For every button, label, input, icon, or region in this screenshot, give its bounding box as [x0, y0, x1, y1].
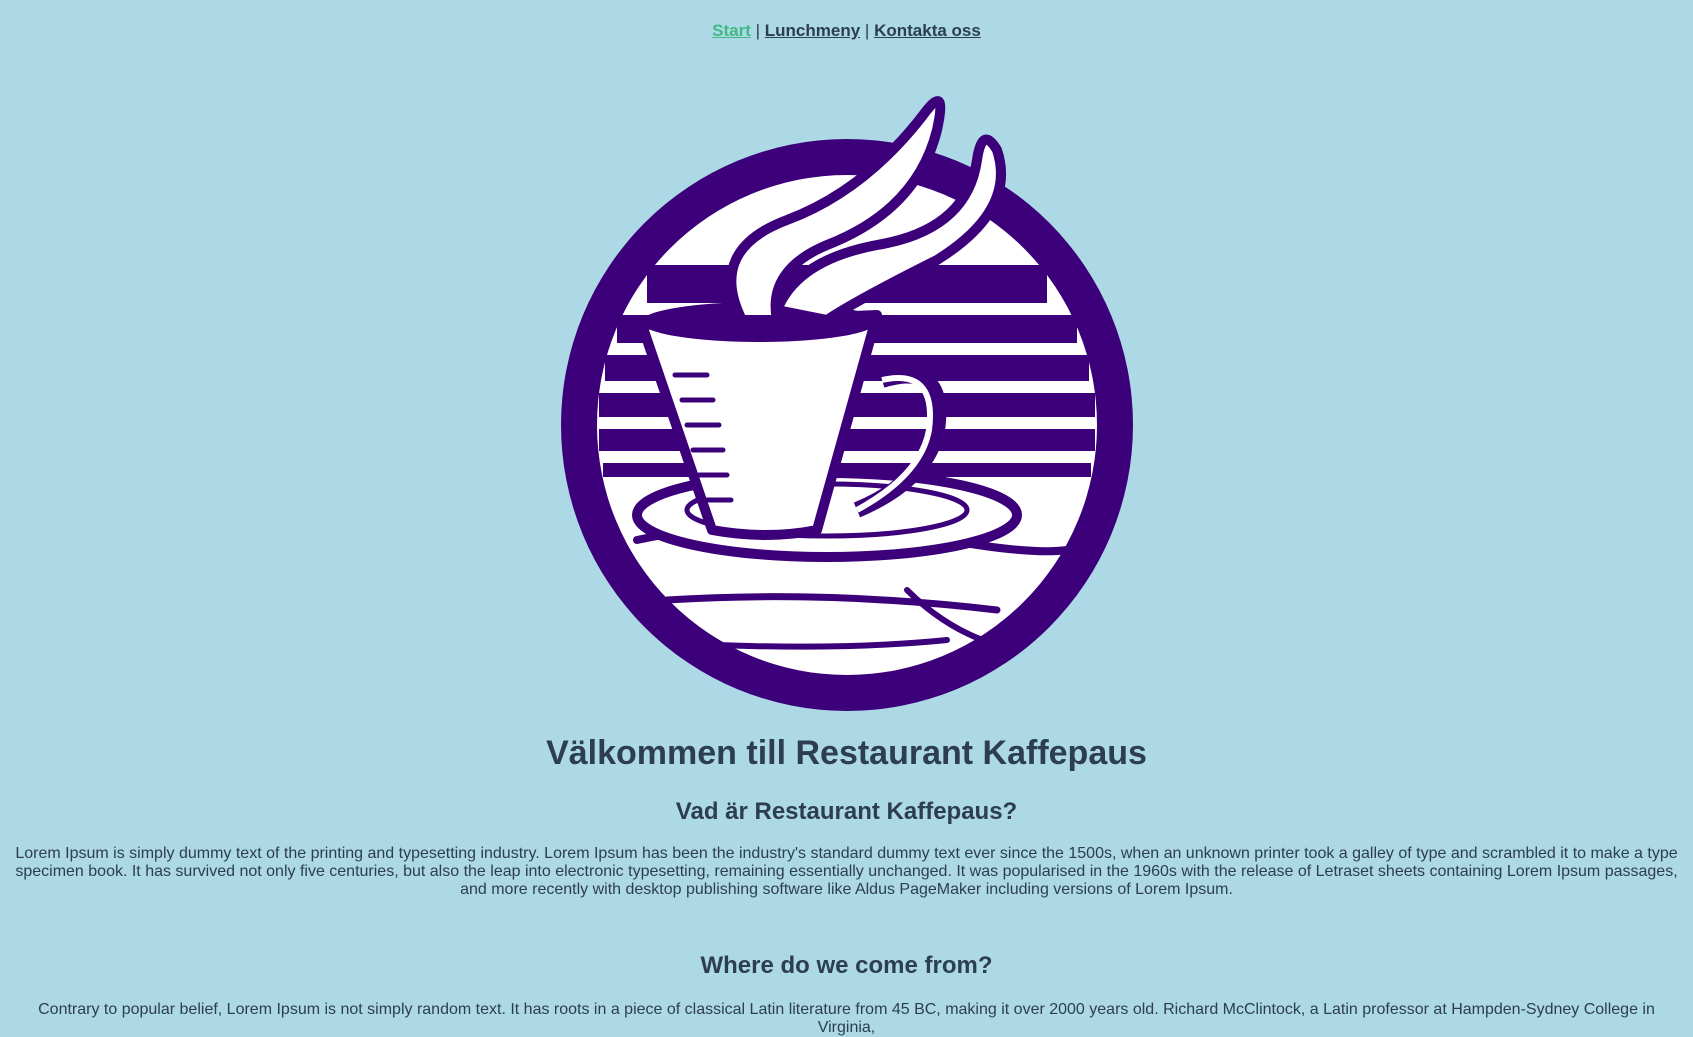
nav-separator: |	[864, 21, 870, 40]
section-heading-about: Vad är Restaurant Kaffepaus?	[675, 798, 1018, 825]
top-nav: Start | Lunchmeny | Kontakta oss	[0, 0, 1693, 42]
coffee-cup-logo-icon	[560, 96, 1133, 711]
nav-link-start[interactable]: Start	[712, 21, 751, 40]
section-heading-origin: Where do we come from?	[700, 952, 993, 979]
nav-link-kontakta-oss[interactable]: Kontakta oss	[874, 21, 981, 40]
section-text-about: Lorem Ipsum is simply dummy text of the …	[15, 845, 1678, 898]
page-title: Välkommen till Restaurant Kaffepaus	[546, 734, 1147, 772]
logo-container	[0, 70, 1693, 713]
section-text-origin: Contrary to popular belief, Lorem Ipsum …	[38, 1001, 1655, 1036]
nav-separator: |	[755, 21, 761, 40]
nav-link-lunchmeny[interactable]: Lunchmeny	[765, 21, 860, 40]
